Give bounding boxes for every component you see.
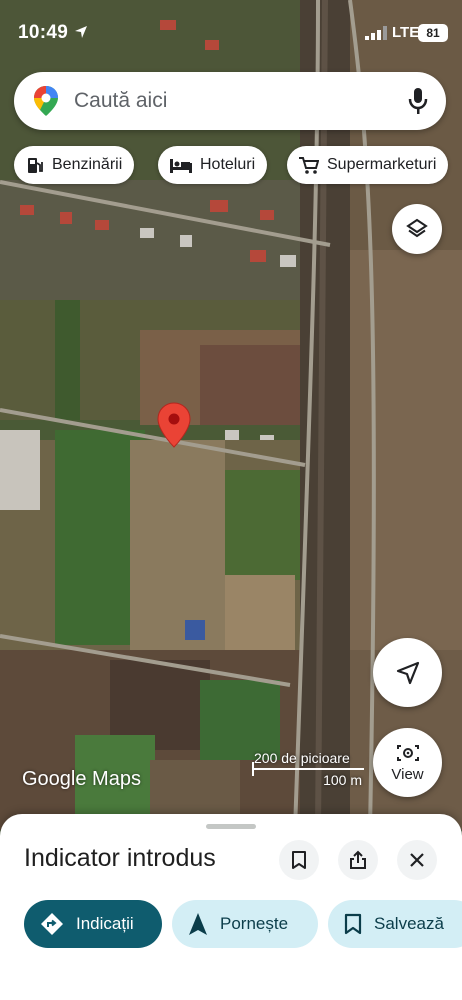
dropped-pin-marker-icon[interactable]	[157, 402, 191, 448]
search-bar[interactable]: Caută aici	[14, 72, 446, 130]
place-title: Indicator introdus	[24, 844, 216, 872]
directions-icon	[41, 913, 63, 935]
battery-indicator: 81	[418, 24, 448, 42]
google-maps-logo: Google Maps	[22, 768, 141, 790]
my-location-button[interactable]	[373, 638, 442, 707]
camera-view-icon	[396, 745, 419, 761]
cellular-signal-icon	[365, 26, 387, 40]
category-chips: Benzinării Hoteluri Supermarketuri	[0, 146, 462, 186]
scale-bar	[252, 768, 364, 770]
bed-icon	[170, 159, 192, 173]
chip-supermarkets[interactable]: Supermarketuri	[287, 146, 449, 184]
network-type: LTE	[392, 24, 420, 41]
layers-icon	[406, 218, 428, 238]
drag-handle[interactable]	[206, 824, 256, 829]
bookmark-icon	[292, 851, 306, 869]
layers-button[interactable]	[392, 204, 442, 254]
close-button[interactable]	[397, 840, 437, 880]
satellite-map[interactable]: 10:49 LTE 81 Caută aici Benzinării Hotel…	[0, 0, 462, 830]
view-label: View	[391, 766, 424, 783]
start-label: Pornește	[220, 914, 289, 933]
save-bookmark-button[interactable]	[279, 840, 319, 880]
scale-tick	[252, 762, 254, 776]
microphone-icon[interactable]	[408, 87, 428, 115]
scale-metric: 100 m	[323, 772, 362, 788]
directions-label: Indicații	[76, 914, 134, 933]
share-icon	[350, 850, 366, 869]
save-place-button[interactable]: Salvează	[328, 900, 462, 948]
save-label: Salvează	[374, 914, 444, 933]
navigation-arrow-icon	[396, 661, 419, 684]
map-scale: 200 de picioare 100 m	[250, 748, 366, 792]
chip-label: Supermarketuri	[327, 156, 437, 173]
location-arrow-icon	[75, 26, 87, 38]
search-input[interactable]: Caută aici	[74, 89, 167, 113]
share-button[interactable]	[338, 840, 378, 880]
clock: 10:49	[18, 22, 69, 43]
google-maps-pin-icon	[34, 86, 58, 116]
chip-label: Hoteluri	[200, 156, 256, 173]
place-bottom-sheet[interactable]: Indicator introdus Indicații Pornește Sa…	[0, 814, 462, 1000]
start-navigation-button[interactable]: Pornește	[172, 900, 318, 948]
chip-label: Benzinării	[52, 156, 123, 173]
close-icon	[410, 853, 424, 867]
scale-imperial: 200 de picioare	[254, 750, 350, 766]
navigation-icon	[189, 913, 207, 935]
status-bar: 10:49 LTE 81	[0, 0, 462, 64]
chip-hotels[interactable]: Hoteluri	[158, 146, 268, 184]
chip-gas-stations[interactable]: Benzinării	[14, 146, 135, 184]
bookmark-icon	[344, 913, 362, 935]
street-view-button[interactable]: View	[373, 728, 442, 797]
cart-icon	[299, 157, 319, 174]
directions-button[interactable]: Indicații	[24, 900, 162, 948]
gas-station-icon	[28, 158, 43, 173]
